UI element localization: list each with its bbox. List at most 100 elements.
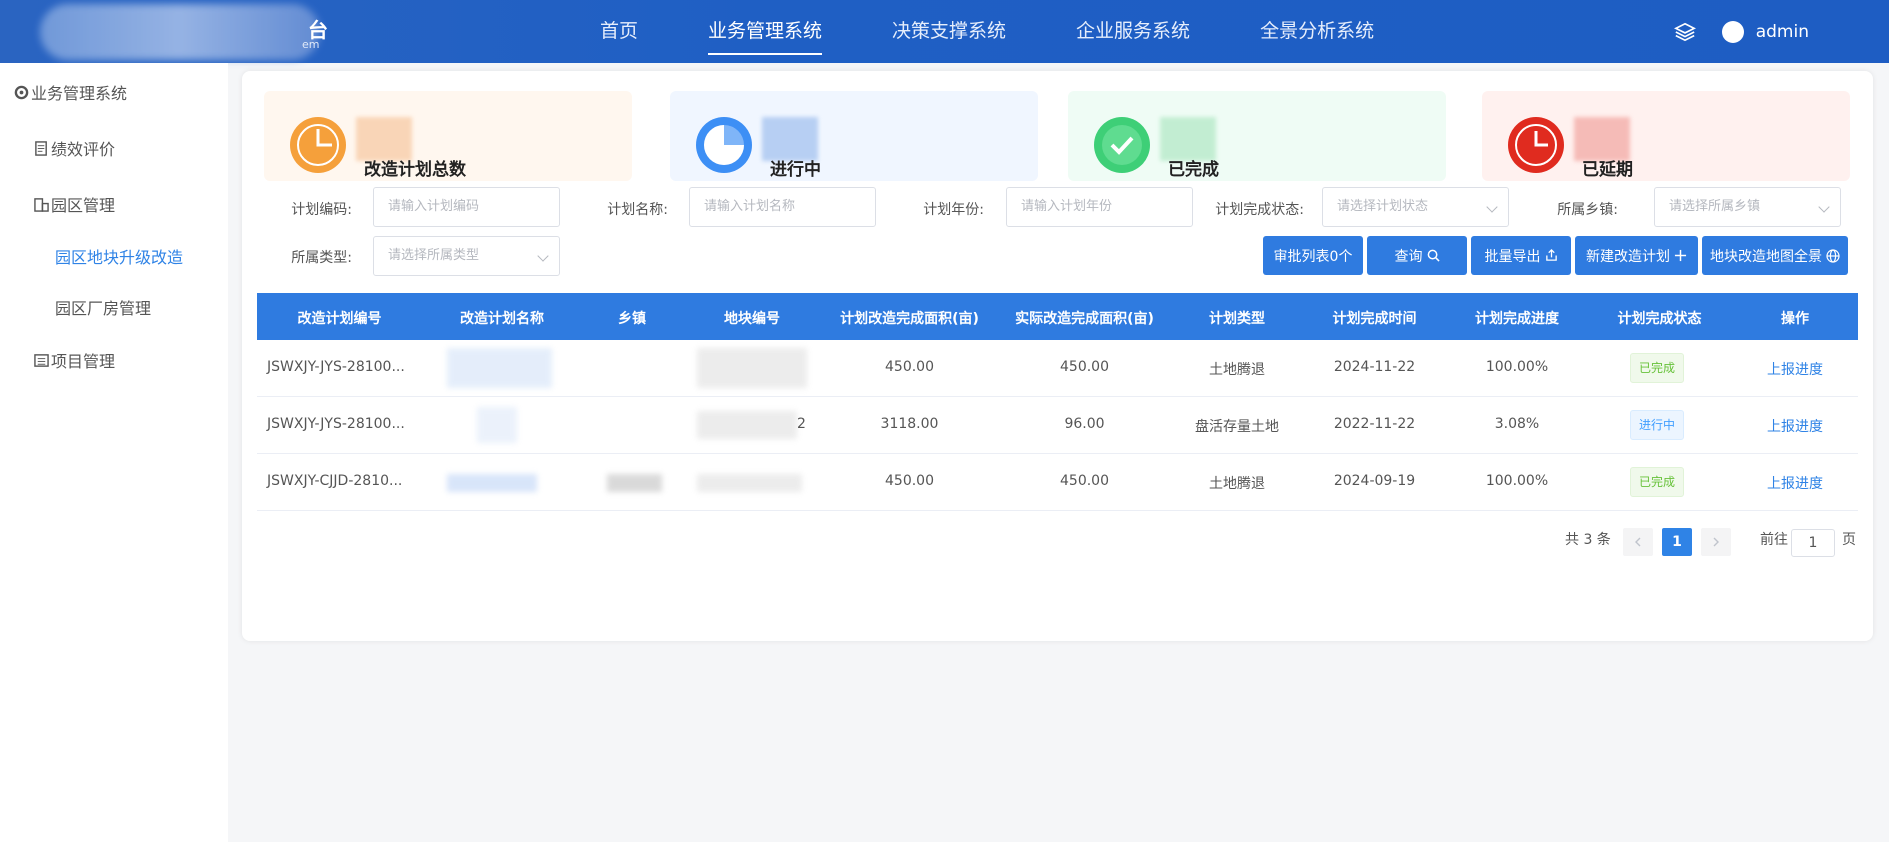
query-button[interactable]: 查询 (1367, 236, 1467, 275)
column-header: 计划完成状态 (1617, 311, 1702, 327)
pagination-goto-input[interactable]: 1 (1791, 529, 1835, 557)
app-logo-subtext: em (302, 38, 320, 51)
column-header: 计划类型 (1209, 311, 1265, 327)
table-header: 改造计划编号 改造计划名称 乡镇 地块编号 计划改造完成面积(亩) 实际改造完成… (257, 293, 1858, 340)
type-label: 所属类型: (291, 250, 352, 266)
search-icon (1427, 249, 1440, 262)
chevron-right-icon (1713, 537, 1719, 547)
stat-delayed: 已延期 (1482, 91, 1850, 181)
header-user-area: admin (1673, 0, 1809, 63)
column-header: 计划完成时间 (1332, 311, 1417, 327)
town-label: 所属乡镇: (1557, 202, 1618, 218)
plan-date-cell: 2024-09-19 (1333, 473, 1416, 489)
plan-code-label: 计划编码: (291, 202, 352, 218)
stat-label: 已延期 (1582, 160, 1633, 180)
plan-name-blurred (447, 474, 537, 492)
planned-area-cell: 3118.00 (880, 416, 939, 432)
table-row: JSWXJY-CJJD-2810... 450.00 450.00 土地腾退 2… (257, 454, 1858, 511)
report-progress-link[interactable]: 上报进度 (1732, 473, 1858, 493)
check-circle-icon (1094, 117, 1150, 173)
progress-cell: 100.00% (1485, 473, 1549, 489)
column-header: 计划完成进度 (1475, 311, 1559, 327)
plan-code-input[interactable]: 请输入计划编码 (373, 187, 560, 227)
map-view-button[interactable]: 地块改造地图全景 (1702, 236, 1848, 275)
chevron-left-icon (1635, 537, 1641, 547)
chevron-down-icon (1486, 201, 1498, 213)
new-plan-button[interactable]: 新建改造计划 (1575, 236, 1698, 275)
actual-area-cell: 96.00 (1064, 416, 1105, 432)
sidebar-item-plot-upgrade[interactable]: 园区地块升级改造 (55, 244, 183, 268)
plus-icon (1674, 249, 1687, 262)
sidebar: 业务管理系统 绩效评价 园区管理 园区地块升级改造 园区厂房管理 项目管理 (0, 63, 228, 842)
sidebar-title[interactable]: 业务管理系统 (14, 80, 127, 104)
layers-icon[interactable] (1673, 21, 1696, 43)
plot-code-blurred (697, 348, 807, 388)
sidebar-item-project[interactable]: 项目管理 (34, 348, 115, 372)
plan-code-cell: JSWXJY-CJJD-2810... (267, 473, 403, 489)
pagination-next[interactable] (1701, 528, 1731, 556)
table-row: JSWXJY-JYS-28100... 450.00 450.00 土地腾退 2… (257, 340, 1858, 397)
town-blurred (607, 474, 662, 492)
approve-list-button[interactable]: 审批列表0个 (1263, 236, 1363, 275)
pagination-page[interactable]: 1 (1662, 528, 1692, 556)
stat-total: 改造计划总数 (264, 91, 632, 181)
plot-code-blurred (697, 411, 797, 439)
pagination-total: 共 3 条 (1565, 532, 1611, 548)
status-badge: 进行中 (1630, 410, 1685, 440)
pagination-page-suffix: 页 (1842, 532, 1856, 548)
app-logo[interactable] (40, 4, 320, 60)
export-icon (1545, 249, 1557, 261)
sidebar-item-performance[interactable]: 绩效评价 (34, 136, 115, 160)
planned-area-cell: 450.00 (885, 359, 934, 375)
actual-area-cell: 450.00 (1060, 473, 1109, 489)
progress-cell: 100.00% (1485, 359, 1549, 375)
type-select[interactable]: 请选择所属类型 (373, 236, 560, 276)
sidebar-item-park[interactable]: 园区管理 (34, 192, 115, 216)
avatar[interactable] (1721, 20, 1744, 43)
nav-home[interactable]: 首页 (600, 0, 638, 63)
top-nav: 首页 业务管理系统 决策支撑系统 企业服务系统 全景分析系统 (600, 0, 1444, 63)
nav-business-management[interactable]: 业务管理系统 (708, 0, 823, 63)
stat-label: 进行中 (770, 160, 821, 180)
progress-cell: 3.08% (1494, 416, 1540, 432)
column-header: 乡镇 (618, 311, 646, 327)
globe-icon (1826, 248, 1840, 263)
gear-icon (14, 85, 29, 99)
column-header: 改造计划名称 (460, 311, 544, 327)
plan-year-input[interactable]: 请输入计划年份 (1006, 187, 1193, 227)
actual-area-cell: 450.00 (1060, 359, 1109, 375)
plan-status-select[interactable]: 请选择计划状态 (1322, 187, 1509, 227)
plan-name-input[interactable]: 请输入计划名称 (689, 187, 876, 227)
plot-code-blurred (697, 474, 802, 492)
stat-label: 改造计划总数 (364, 160, 466, 180)
plan-type-cell: 盘活存量土地 (1195, 419, 1279, 435)
plan-date-cell: 2022-11-22 (1333, 416, 1416, 432)
report-progress-link[interactable]: 上报进度 (1732, 416, 1858, 436)
plan-date-cell: 2024-11-22 (1333, 359, 1416, 375)
nav-enterprise-service[interactable]: 企业服务系统 (1076, 0, 1190, 63)
sidebar-item-factory[interactable]: 园区厂房管理 (55, 295, 151, 319)
pagination-goto-label: 前往 (1760, 532, 1788, 548)
status-badge: 已完成 (1630, 353, 1685, 383)
plan-code-cell: JSWXJY-JYS-28100... (267, 359, 405, 375)
batch-export-button[interactable]: 批量导出 (1471, 236, 1571, 275)
plan-name-blurred (477, 407, 517, 443)
nav-panorama-analysis[interactable]: 全景分析系统 (1260, 0, 1374, 63)
pie-clock-icon (290, 117, 346, 173)
column-header: 实际改造完成面积(亩) (1015, 311, 1154, 327)
plot-code-tail: 2 (797, 416, 806, 432)
top-header: 台 em 首页 业务管理系统 决策支撑系统 企业服务系统 全景分析系统 admi… (0, 0, 1889, 63)
plan-code-cell: JSWXJY-JYS-28100... (267, 416, 405, 432)
plan-year-label: 计划年份: (923, 202, 984, 218)
document-icon (35, 140, 47, 156)
nav-decision-support[interactable]: 决策支撑系统 (892, 0, 1006, 63)
status-badge: 已完成 (1630, 467, 1685, 497)
chevron-down-icon (1818, 201, 1830, 213)
pagination-prev[interactable] (1623, 528, 1653, 556)
stat-completed: 已完成 (1068, 91, 1446, 181)
user-name[interactable]: admin (1756, 22, 1809, 42)
town-select[interactable]: 请选择所属乡镇 (1654, 187, 1841, 227)
report-progress-link[interactable]: 上报进度 (1732, 359, 1858, 379)
plan-name-label: 计划名称: (607, 202, 668, 218)
plan-type-cell: 土地腾退 (1209, 476, 1265, 492)
